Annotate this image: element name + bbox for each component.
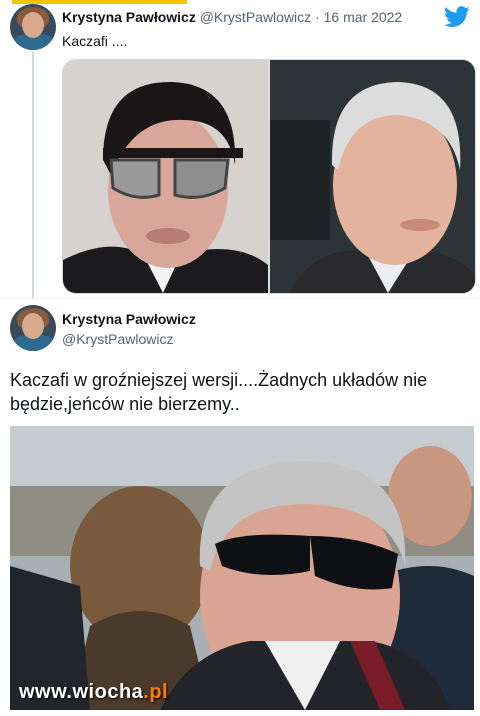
avatar[interactable] bbox=[10, 305, 56, 351]
top-accent-bar bbox=[0, 0, 480, 4]
author-handle[interactable]: @KrystPawlowicz bbox=[62, 331, 173, 347]
author-name[interactable]: Krystyna Pawłowicz bbox=[62, 9, 196, 25]
tweet-divider bbox=[0, 298, 480, 299]
twitter-bird-icon[interactable] bbox=[444, 6, 470, 28]
avatar[interactable] bbox=[10, 4, 56, 50]
tweet2-text: Kaczafi w groźniejszej wersji....Żadnych… bbox=[10, 370, 428, 414]
tweet1-header: Krystyna Pawłowicz @KrystPawlowicz · 16 … bbox=[62, 9, 402, 25]
watermark: www.wiocha.pl bbox=[19, 681, 169, 703]
tweet1-media[interactable] bbox=[62, 59, 476, 294]
tweet2-photo[interactable] bbox=[10, 426, 474, 710]
author-name[interactable]: Krystyna Pawłowicz bbox=[62, 311, 196, 327]
photo-man-sunglasses[interactable] bbox=[63, 60, 268, 293]
tweet1-text: Kaczafi .... bbox=[62, 33, 128, 49]
thread-connector-line bbox=[32, 52, 34, 298]
photo-older-man[interactable] bbox=[270, 60, 475, 293]
author-handle-date[interactable]: @KrystPawlowicz · 16 mar 2022 bbox=[200, 9, 403, 25]
